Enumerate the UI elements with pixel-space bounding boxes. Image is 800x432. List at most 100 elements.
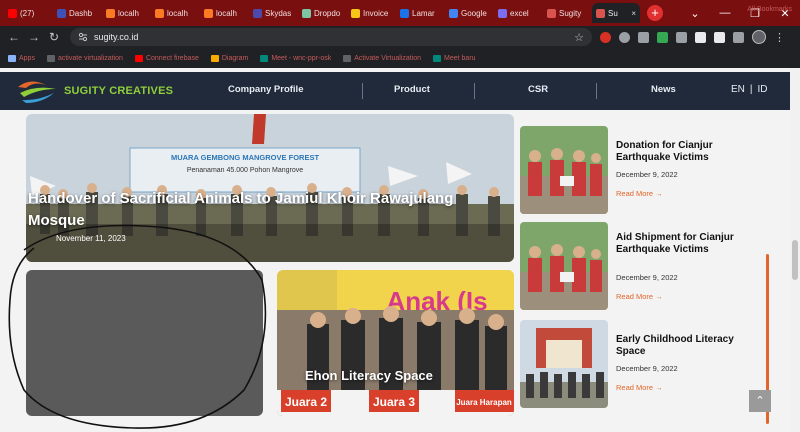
bookmark-item[interactable]: Connect firebase bbox=[134, 54, 199, 62]
read-more-link[interactable]: Read More → bbox=[616, 383, 663, 392]
juara-3-label: Juara 3 bbox=[373, 395, 415, 409]
extension-icon[interactable] bbox=[600, 31, 611, 43]
bookmark-item[interactable]: activate virtualization bbox=[46, 54, 123, 62]
back-to-top-button[interactable]: ⌃ bbox=[749, 390, 771, 412]
url-input[interactable]: sugity.co.id ☆ bbox=[70, 28, 592, 46]
sidepanel-icon[interactable] bbox=[714, 31, 725, 43]
banner-subtitle: Penanaman 45.000 Pohon Mangrove bbox=[187, 167, 303, 174]
youtube-icon bbox=[8, 8, 17, 18]
tab-label: Su bbox=[608, 8, 618, 18]
google-icon bbox=[449, 8, 458, 18]
side-news-date: December 9, 2022 bbox=[616, 170, 678, 179]
browser-tab[interactable]: (27) bbox=[4, 3, 52, 23]
side-news-thumbnail bbox=[520, 320, 608, 408]
lang-separator: | bbox=[749, 84, 753, 95]
nav-csr[interactable]: CSR bbox=[528, 84, 548, 95]
bookmark-label: Apps bbox=[19, 54, 35, 62]
browser-tab[interactable]: Skydas bbox=[249, 3, 297, 23]
excel-icon bbox=[498, 8, 507, 18]
xampp-icon bbox=[106, 8, 115, 18]
nav-company-profile[interactable]: Company Profile bbox=[228, 84, 304, 95]
extension-icon[interactable] bbox=[638, 31, 649, 43]
reload-icon[interactable]: ↻ bbox=[44, 30, 64, 44]
browser-tab[interactable]: excel bbox=[494, 3, 542, 23]
ehon-news-title[interactable]: Ehon Literacy Space bbox=[305, 368, 433, 383]
bookmark-item[interactable]: Activate Virtualization bbox=[343, 54, 421, 62]
side-news-title[interactable]: Early Childhood Literacy Space bbox=[616, 334, 766, 358]
side-news-date: December 9, 2022 bbox=[616, 273, 678, 282]
browser-tab[interactable]: Su × bbox=[592, 3, 640, 23]
browser-tab[interactable]: Dropdo bbox=[298, 3, 346, 23]
browser-tab[interactable]: localh bbox=[200, 3, 248, 23]
tab-label: Lamar bbox=[412, 8, 435, 18]
bookmark-label: activate virtualization bbox=[57, 54, 123, 62]
read-more-link[interactable]: Read More → bbox=[616, 189, 663, 198]
read-more-link[interactable]: Read More → bbox=[616, 292, 663, 301]
tab-label: Invoice bbox=[363, 8, 389, 18]
bookmark-star-icon[interactable]: ☆ bbox=[574, 31, 584, 44]
download-icon[interactable] bbox=[733, 31, 744, 43]
scrollbar-thumb[interactable] bbox=[792, 240, 798, 280]
dashboard-icon bbox=[57, 8, 66, 18]
site-info-icon[interactable] bbox=[78, 32, 88, 42]
profile-avatar-icon[interactable] bbox=[752, 30, 766, 44]
sugity-icon bbox=[547, 8, 556, 18]
browser-tab[interactable]: Lamar bbox=[396, 3, 444, 23]
minimize-icon[interactable]: — bbox=[710, 0, 740, 26]
tab-label: localh bbox=[118, 8, 139, 18]
juara-harapan-label: Juara Harapan bbox=[456, 398, 512, 407]
bookmark-icon bbox=[46, 54, 55, 62]
tab-label: Sugity bbox=[559, 8, 582, 18]
xampp-icon bbox=[155, 8, 164, 18]
tab-label: Dashb bbox=[69, 8, 93, 18]
close-icon[interactable]: ✕ bbox=[770, 0, 800, 26]
extension-icon[interactable] bbox=[657, 31, 668, 43]
browser-tab[interactable]: localh bbox=[151, 3, 199, 23]
menu-icon[interactable]: ⋮ bbox=[774, 31, 785, 44]
tab-label: Skydas bbox=[265, 8, 292, 18]
banner-title: MUARA GEMBONG MANGROVE FOREST bbox=[171, 153, 319, 162]
browser-tab[interactable]: Dashb bbox=[53, 3, 101, 23]
tab-search-icon[interactable]: ⌄ bbox=[680, 0, 710, 26]
bookmark-icon bbox=[210, 54, 219, 62]
media-icon[interactable] bbox=[695, 31, 706, 43]
news-card-ehon[interactable]: Anak (Is Juara 2 Juara 3 Juara Harapan bbox=[277, 270, 514, 416]
nav-news[interactable]: News bbox=[651, 84, 676, 95]
logo-text: SUGITY CREATIVES bbox=[64, 85, 174, 97]
lang-id[interactable]: ID bbox=[758, 84, 768, 95]
browser-tab[interactable]: Google bbox=[445, 3, 493, 23]
browser-tab[interactable]: Invoice bbox=[347, 3, 395, 23]
back-icon[interactable]: ← bbox=[4, 30, 24, 44]
lang-en[interactable]: EN bbox=[731, 84, 745, 95]
bookmark-label: Diagram bbox=[221, 54, 249, 62]
bookmark-item[interactable]: Meet baru bbox=[433, 54, 476, 62]
page-scrollbar[interactable] bbox=[790, 68, 800, 432]
extension-icon[interactable] bbox=[619, 31, 630, 43]
side-news-date: December 9, 2022 bbox=[616, 364, 678, 373]
bookmark-icon bbox=[433, 54, 442, 62]
url-text: sugity.co.id bbox=[94, 32, 139, 42]
nav-product[interactable]: Product bbox=[394, 84, 430, 95]
language-switch: EN | ID bbox=[731, 84, 768, 95]
side-news-thumbnail bbox=[520, 126, 608, 214]
extensions-puzzle-icon[interactable] bbox=[676, 31, 687, 43]
page-viewport: SUGITY CREATIVES Company Profile Product… bbox=[0, 68, 800, 432]
browser-tab[interactable]: localh bbox=[102, 3, 150, 23]
bookmark-label: Meet - wnc-ppr-osk bbox=[271, 54, 332, 62]
tab-close-icon[interactable]: × bbox=[631, 9, 636, 18]
bookmark-item[interactable]: Apps bbox=[8, 54, 35, 62]
bookmark-item[interactable]: Meet - wnc-ppr-osk bbox=[260, 54, 332, 62]
forward-icon[interactable]: → bbox=[24, 30, 44, 44]
bookmark-item[interactable]: Diagram bbox=[210, 54, 249, 62]
browser-tab[interactable]: Sugity bbox=[543, 3, 591, 23]
new-tab-button[interactable]: + bbox=[647, 5, 663, 21]
logo[interactable]: SUGITY CREATIVES bbox=[16, 79, 173, 103]
side-news-title[interactable]: Donation for Cianjur Earthquake Victims bbox=[616, 140, 766, 164]
lamar-icon bbox=[400, 8, 409, 18]
extension-icons: ⋮ bbox=[600, 30, 785, 44]
tab-label: localh bbox=[216, 8, 237, 18]
maximize-icon[interactable]: ❐ bbox=[740, 0, 770, 26]
window-controls: ⌄ — ❐ ✕ bbox=[680, 0, 800, 26]
all-bookmarks-link[interactable]: All Bookmarks bbox=[747, 6, 792, 13]
side-news-title[interactable]: Aid Shipment for Cianjur Earthquake Vict… bbox=[616, 232, 766, 256]
